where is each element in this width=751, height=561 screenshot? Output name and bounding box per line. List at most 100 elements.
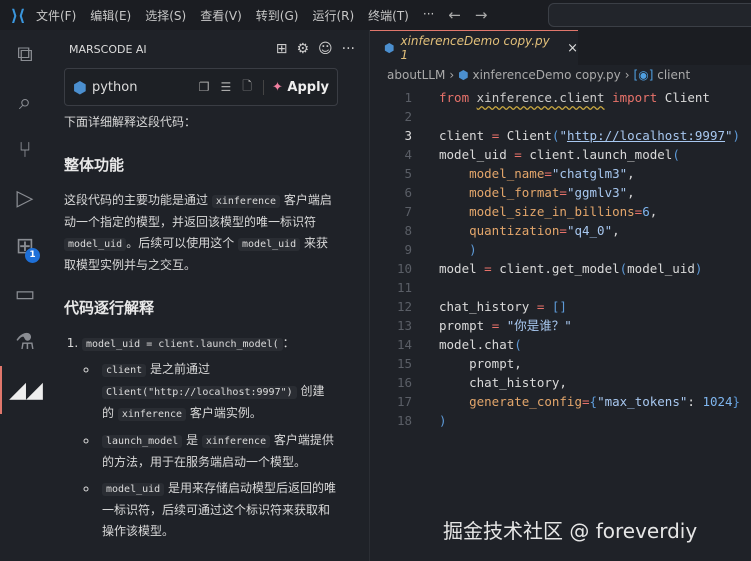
code-line: 15 prompt,	[370, 354, 751, 373]
more-icon[interactable]: ···	[342, 41, 355, 57]
code-token: prompt,	[439, 356, 522, 371]
code-token: "chatglm3"	[551, 166, 628, 181]
code-line: 1 from xinference.client import Client	[370, 88, 751, 107]
code-token: prompt	[439, 318, 492, 333]
code-area[interactable]: 1 from xinference.client import Client 2 3 c…	[370, 88, 751, 430]
search-icon: ⌕	[18, 89, 32, 115]
feedback-icon[interactable]: ☺	[318, 41, 333, 57]
command-center-search[interactable]	[548, 3, 751, 27]
menu-item[interactable]: 文件(F)	[36, 7, 76, 24]
code-line: 2	[370, 107, 751, 126]
menu-item[interactable]: 终端(T)	[368, 7, 409, 24]
line-number: 18	[396, 413, 412, 428]
code-token: chat_history	[439, 299, 537, 314]
marscode-view-button[interactable]: ◢◢	[0, 366, 50, 414]
inline-code: xinference	[201, 435, 271, 448]
explorer-view-button[interactable]: ⧉	[0, 30, 50, 78]
code-line: 16 chat_history,	[370, 373, 751, 392]
code-token: =	[559, 185, 567, 200]
list-item: model_uid = client.launch_model(： client …	[82, 333, 336, 542]
code-token: model_name	[439, 166, 545, 181]
code-block-header: ⬢ python ❐ ☰ 🗋 ✦ Apply	[64, 68, 338, 106]
watermark: 掘金技术社区 @ foreverdiy	[443, 519, 698, 543]
menu-item[interactable]: 编辑(E)	[90, 7, 131, 24]
section-heading: 整体功能	[64, 156, 125, 174]
line-number: 7	[404, 204, 412, 219]
list-item: launch_model 是 xinference 客户端提供的方法，用于在服务…	[98, 430, 336, 473]
gear-icon[interactable]: ⚙	[296, 41, 309, 57]
remote-explorer-view-button[interactable]: ▭	[0, 270, 50, 318]
line-number: 8	[404, 223, 412, 238]
menu-item[interactable]: 查看(V)	[200, 7, 242, 24]
line-number: 5	[404, 166, 412, 181]
testing-view-button[interactable]: ⚗	[0, 318, 50, 366]
close-icon[interactable]: ×	[567, 41, 578, 56]
breadcrumb-symbol[interactable]: client	[657, 68, 690, 82]
text: 是之前通过	[146, 362, 210, 376]
new-file-icon[interactable]: 🗋	[242, 77, 252, 98]
text: 这段代码的主要功能是通过	[64, 193, 212, 207]
breadcrumb-folder[interactable]: aboutLLM	[387, 68, 445, 82]
overview-paragraph: 这段代码的主要功能是通过 xinference 客户端启动一个指定的模型，并返回…	[64, 190, 336, 276]
menu-item[interactable]: 选择(S)	[145, 7, 186, 24]
code-token: =	[484, 261, 492, 276]
inline-code: launch_model	[102, 435, 183, 448]
explorer-icon: ⧉	[17, 41, 33, 67]
code-token: model_format	[439, 185, 560, 200]
marscode-ai-panel: MARSCODE AI ⊞ ⚙ ☺ ··· ⬢ python ❐ ☰ 🗋 ✦ A…	[50, 30, 370, 561]
vscode-logo-icon: ⟩⟨	[10, 5, 26, 25]
insert-icon[interactable]: ☰	[221, 80, 232, 94]
code-token: (	[672, 147, 680, 162]
search-view-button[interactable]: ⌕	[0, 78, 50, 126]
menu-item[interactable]: 运行(R)	[312, 7, 354, 24]
breadcrumb-file[interactable]: xinferenceDemo copy.py	[472, 68, 620, 82]
code-token: =	[544, 166, 552, 181]
code-token: "max_tokens"	[597, 394, 688, 409]
inline-code: model_uid	[102, 483, 165, 496]
code-token: )	[439, 413, 447, 428]
inline-code: Client("http://localhost:9997")	[102, 386, 297, 399]
code-token: model_uid	[439, 147, 515, 162]
new-chat-icon[interactable]: ⊞	[276, 41, 288, 57]
line-number: 10	[396, 261, 412, 276]
code-token: model_size_in_billions	[439, 204, 635, 219]
line-number: 14	[396, 337, 412, 352]
code-token: 6	[642, 204, 650, 219]
line-number: 4	[404, 147, 412, 162]
source-control-icon: ⑂	[18, 137, 32, 163]
run-debug-icon: ▷	[16, 185, 34, 211]
line-number: 2	[404, 109, 412, 124]
code-token: from	[439, 90, 470, 105]
menu-item[interactable]: ···	[423, 7, 434, 24]
code-token: "	[725, 128, 733, 143]
tab-strip	[578, 30, 751, 65]
tab-xinferencedemo[interactable]: ⬢ xinferenceDemo copy.py 1 ×	[370, 30, 578, 65]
back-button[interactable]: ←	[448, 6, 461, 24]
code-line: 11	[370, 278, 751, 297]
code-token: model.chat	[439, 337, 515, 352]
code-token: )	[439, 242, 477, 257]
line-number: 3	[404, 128, 412, 143]
panel-title: MARSCODE AI	[69, 42, 147, 56]
code-token: ,	[627, 166, 635, 181]
source-control-view-button[interactable]: ⑂	[0, 126, 50, 174]
line-number: 13	[396, 318, 412, 333]
inline-code: model_uid	[64, 238, 127, 251]
run-debug-view-button[interactable]: ▷	[0, 174, 50, 222]
code-token: (	[514, 337, 522, 352]
list-item: client 是之前通过 Client("http://localhost:99…	[98, 359, 336, 425]
forward-button[interactable]: →	[475, 6, 488, 24]
testing-icon: ⚗	[15, 329, 35, 355]
code-token: chat_history,	[439, 375, 567, 390]
code-line: 8 quantization="q4_0",	[370, 221, 751, 240]
extensions-view-button[interactable]: ⊞ 1	[0, 222, 50, 270]
copy-icon[interactable]: ❐	[199, 80, 210, 94]
apply-button[interactable]: ✦ Apply	[262, 79, 329, 95]
code-token: "	[559, 128, 567, 143]
menu-item[interactable]: 转到(G)	[256, 7, 299, 24]
code-token: client	[439, 128, 492, 143]
